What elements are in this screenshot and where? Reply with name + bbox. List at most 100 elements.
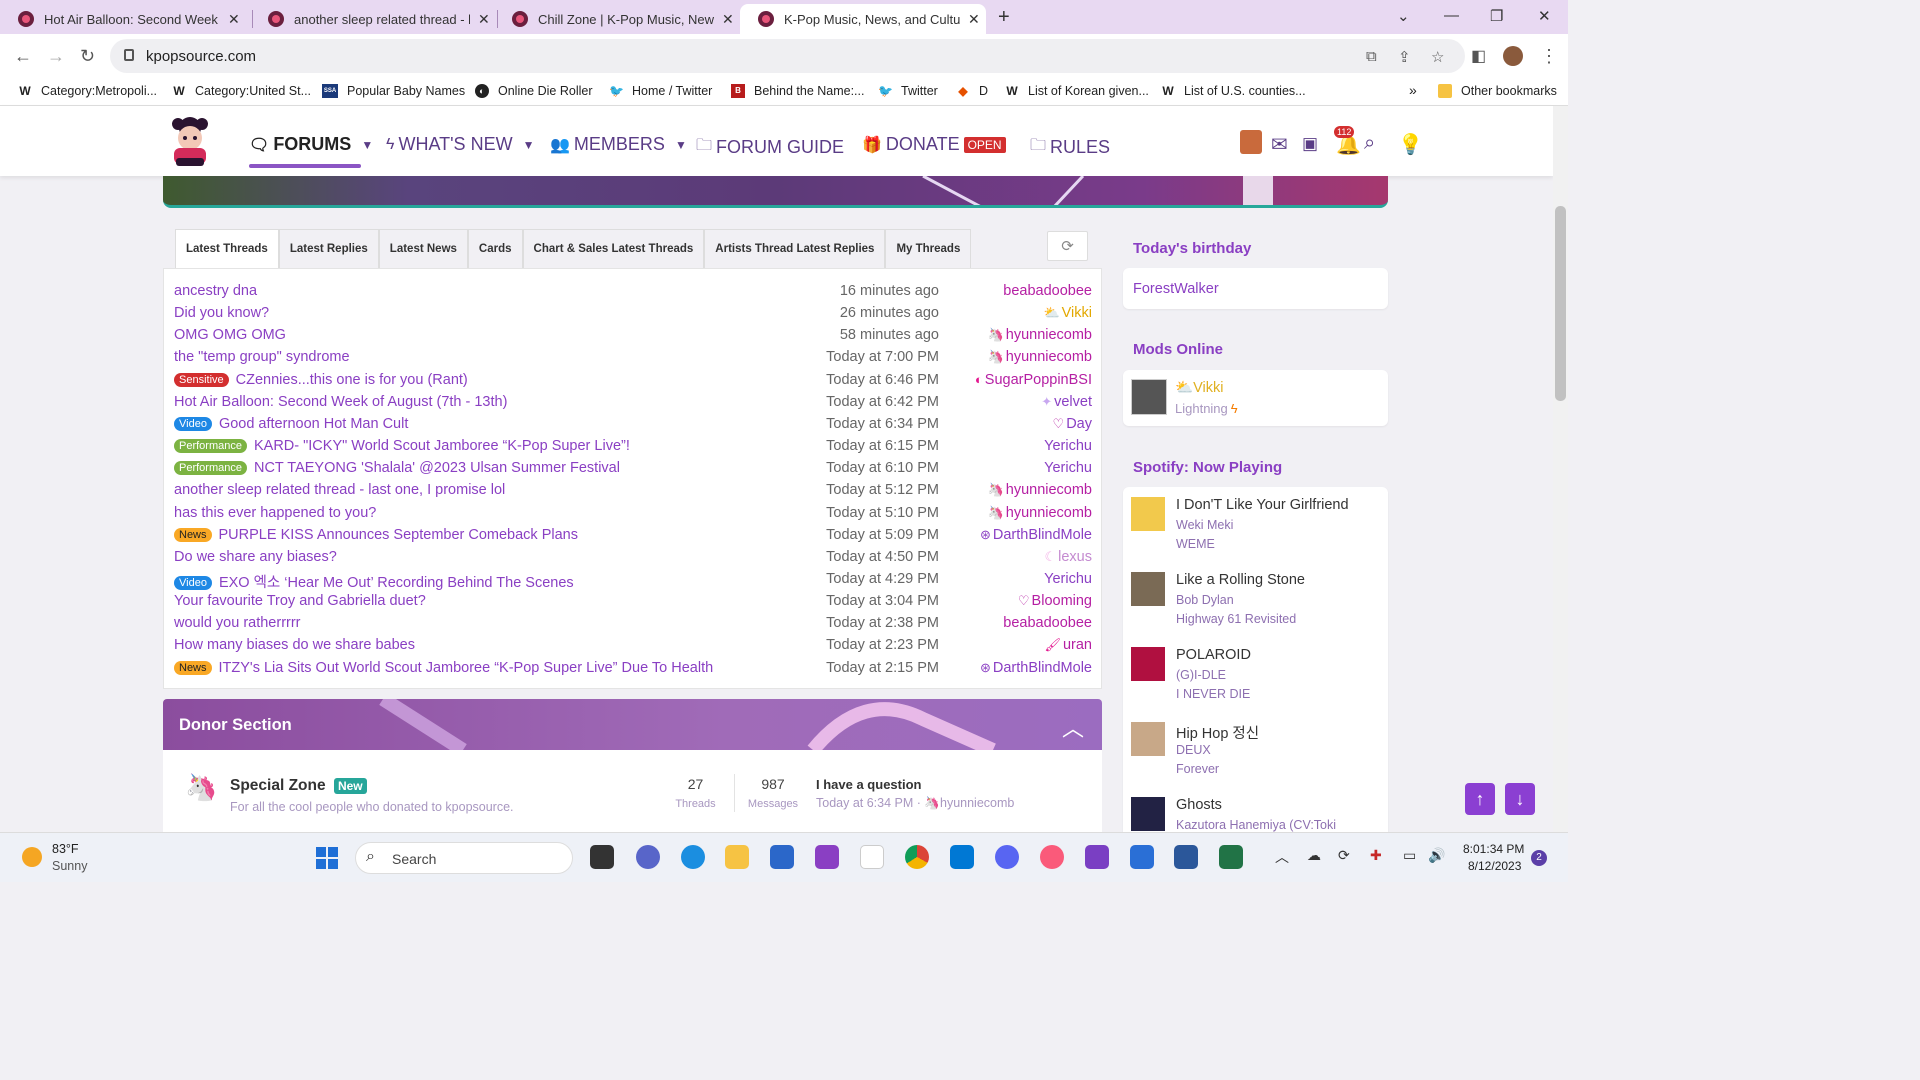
thread-prefix-badge[interactable]: Video	[174, 575, 212, 590]
bookmark-item[interactable]: SSA Popular Baby Names	[322, 84, 465, 98]
excel-icon[interactable]	[1219, 845, 1243, 869]
wallet-icon[interactable]: ▣	[1302, 134, 1318, 154]
thread-prefix-badge[interactable]: News	[174, 660, 212, 675]
thread-title[interactable]: Your favourite Troy and Gabriella duet?	[174, 593, 426, 609]
thread-author[interactable]: ♡ Day	[1053, 416, 1092, 432]
author-name[interactable]: beabadoobee	[1003, 615, 1092, 631]
spotify-track[interactable]: POLAROID (G)I-DLE I NEVER DIE	[1131, 647, 1381, 717]
scroll-to-top-button[interactable]: ↑	[1465, 783, 1495, 815]
nav-whats-new[interactable]: ϟ WHAT'S NEW ▼	[386, 134, 534, 155]
thread-author[interactable]: 🦄 hyunniecomb	[988, 327, 1092, 343]
media-player-icon[interactable]	[1130, 845, 1154, 869]
display-icon[interactable]: ▭	[1403, 847, 1416, 864]
store-icon[interactable]	[770, 845, 794, 869]
thread-time[interactable]: Today at 5:10 PM	[826, 505, 939, 521]
thread-title[interactable]: Performance KARD- "ICKY" World Scout Jamb…	[174, 438, 630, 454]
author-name[interactable]: hyunniecomb	[1006, 327, 1092, 343]
bookmark-item[interactable]: W List of U.S. counties...	[1161, 84, 1305, 98]
thread-author[interactable]: ✦ velvet	[1041, 394, 1092, 410]
thread-row[interactable]: Your favourite Troy and Gabriella duet? T…	[174, 590, 1092, 612]
author-name[interactable]: hyunniecomb	[1006, 349, 1092, 365]
close-tab-icon[interactable]: ✕	[968, 11, 980, 28]
thread-author[interactable]: 🦄 hyunniecomb	[988, 505, 1092, 521]
thread-author[interactable]: Yerichu	[1044, 571, 1092, 587]
share-icon[interactable]: ⇪	[1398, 48, 1411, 66]
bookmark-item[interactable]: B Behind the Name:...	[731, 84, 864, 98]
kpopsource-logo[interactable]	[166, 114, 214, 170]
thread-row[interactable]: Did you know? 26 minutes ago ⛅ Vikki	[174, 302, 1092, 324]
close-tab-icon[interactable]: ✕	[722, 11, 734, 28]
tab-latest-threads[interactable]: Latest Threads	[175, 229, 279, 268]
thread-title[interactable]: Video Good afternoon Hot Man Cult	[174, 416, 408, 432]
thread-time[interactable]: Today at 2:23 PM	[826, 637, 939, 653]
thread-prefix-badge[interactable]: Sensitive	[174, 372, 229, 387]
thread-time[interactable]: Today at 6:42 PM	[826, 394, 939, 410]
browser-tab-active[interactable]: K-Pop Music, News, and Culture ✕	[740, 4, 986, 34]
tab-my-threads[interactable]: My Threads	[885, 229, 972, 268]
thread-title[interactable]: would you ratherrrrr	[174, 615, 301, 631]
thread-row[interactable]: Video Good afternoon Hot Man Cult Today at…	[174, 413, 1092, 435]
search-icon[interactable]: ⌕	[1364, 132, 1375, 155]
thread-time[interactable]: Today at 2:15 PM	[826, 660, 939, 676]
thread-title[interactable]: another sleep related thread - last one,…	[174, 482, 505, 498]
thread-author[interactable]: ☾ lexus	[1044, 549, 1092, 565]
nav-rules[interactable]: 🗀 RULES	[1030, 134, 1110, 161]
nav-donate[interactable]: 🎁 DONATE OPEN	[862, 134, 1006, 155]
maximize-icon[interactable]: ❐	[1490, 7, 1503, 25]
tab-latest-replies[interactable]: Latest Replies	[278, 229, 379, 268]
thread-author[interactable]: Yerichu	[1044, 460, 1092, 476]
thread-author[interactable]: 🦄 hyunniecomb	[988, 349, 1092, 365]
thread-title-text[interactable]: PURPLE KISS Announces September Comeback…	[219, 527, 578, 543]
spotify-track[interactable]: Ghosts Kazutora Hanemiya (CV:Toki	[1131, 797, 1381, 832]
forward-icon[interactable]: →	[47, 46, 65, 67]
tab-search-icon[interactable]: ⌄	[1397, 7, 1410, 25]
thread-time[interactable]: Today at 6:46 PM	[826, 372, 939, 388]
thread-title-text[interactable]: ancestry dna	[174, 283, 257, 299]
birthday-user[interactable]: ForestWalker	[1133, 281, 1219, 297]
thread-row[interactable]: Performance KARD- "ICKY" World Scout Jamb…	[174, 435, 1092, 457]
thread-title-text[interactable]: would you ratherrrrr	[174, 615, 301, 631]
thread-title-text[interactable]: Do we share any biases?	[174, 549, 337, 565]
bookmark-item[interactable]: 🐦 Home / Twitter	[609, 84, 712, 98]
weather-desc[interactable]: Sunny	[52, 859, 87, 873]
scrollbar-thumb[interactable]	[1555, 206, 1566, 401]
author-name[interactable]: DarthBlindMole	[993, 527, 1092, 543]
browser-tab[interactable]: Hot Air Balloon: Second Week of ✕	[0, 4, 250, 34]
thread-time[interactable]: Today at 5:09 PM	[826, 527, 939, 543]
amazon-icon[interactable]	[860, 845, 884, 869]
thread-author[interactable]: ◐ SugarPoppinBSI	[975, 372, 1092, 388]
thread-title-text[interactable]: another sleep related thread - last one,…	[174, 482, 505, 498]
app-icon[interactable]	[815, 845, 839, 869]
thread-title-text[interactable]: has this ever happened to you?	[174, 505, 376, 521]
chrome-icon[interactable]	[905, 845, 929, 869]
bookmarks-overflow-button[interactable]: »	[1409, 82, 1417, 98]
thread-prefix-badge[interactable]: Video	[174, 416, 212, 431]
speaker-icon[interactable]: 🔊	[1428, 847, 1445, 864]
profile-avatar[interactable]	[1503, 46, 1523, 66]
forum-name[interactable]: Special Zone	[230, 777, 326, 794]
bookmark-item[interactable]: W List of Korean given...	[1005, 84, 1149, 98]
thread-title[interactable]: Video EXO 엑소 ‘Hear Me Out’ Recording Behi…	[174, 571, 574, 592]
thread-title[interactable]: Do we share any biases?	[174, 549, 337, 565]
last-post-user[interactable]: hyunniecomb	[940, 796, 1014, 810]
tab-latest-news[interactable]: Latest News	[378, 229, 468, 268]
bookmark-item[interactable]: ◐ Online Die Roller	[475, 84, 592, 98]
taskbar-search[interactable]: ⌕ Search	[355, 842, 573, 874]
bookmark-item[interactable]: ◆ D	[956, 84, 988, 98]
thread-prefix-badge[interactable]: Performance	[174, 439, 247, 454]
author-name[interactable]: beabadoobee	[1003, 283, 1092, 299]
minimize-icon[interactable]: —	[1444, 7, 1459, 24]
thread-prefix-badge[interactable]: News	[174, 527, 212, 542]
thread-title-text[interactable]: Your favourite Troy and Gabriella duet?	[174, 593, 426, 609]
thread-title-text[interactable]: Did you know?	[174, 305, 269, 321]
nav-members[interactable]: 👥 MEMBERS ▼	[550, 134, 687, 155]
omnibox[interactable]: kpopsource.com ⧉ ⇪ ☆	[110, 39, 1465, 73]
chrome-menu-icon[interactable]: ⋮	[1540, 46, 1558, 67]
thread-author[interactable]: 🦄 hyunniecomb	[988, 482, 1092, 498]
thread-title-text[interactable]: NCT TAEYONG 'Shalala' @2023 Ulsan Summer…	[254, 460, 620, 476]
browser-tab[interactable]: another sleep related thread - las ✕	[250, 4, 496, 34]
mod-name[interactable]: ⛅Vikki	[1175, 379, 1223, 396]
thread-row[interactable]: another sleep related thread - last one,…	[174, 479, 1092, 501]
thread-row[interactable]: would you ratherrrrr Today at 2:38 PM beab…	[174, 612, 1092, 634]
author-name[interactable]: Blooming	[1032, 593, 1092, 609]
